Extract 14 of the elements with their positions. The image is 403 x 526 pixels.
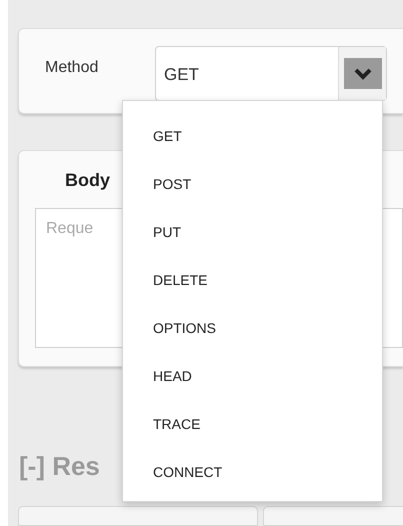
menu-item[interactable]: PUT — [123, 208, 382, 256]
method-select[interactable]: GET — [155, 46, 387, 101]
menu-item[interactable]: OPTIONS — [123, 304, 382, 352]
method-label: Method — [45, 58, 100, 78]
menu-item[interactable]: HEAD — [123, 352, 382, 400]
body-title: Body — [65, 169, 110, 192]
menu-item[interactable]: DELETE — [123, 256, 382, 304]
menu-item[interactable]: GET — [123, 112, 382, 160]
response-heading: [-] Res — [19, 450, 100, 483]
select-value: GET — [163, 64, 200, 86]
menu-item[interactable]: CONNECT — [123, 448, 382, 496]
menu-item[interactable]: TRACE — [123, 400, 382, 448]
menu-item[interactable]: POST — [123, 160, 382, 208]
chevron-down-icon[interactable] — [344, 58, 382, 89]
